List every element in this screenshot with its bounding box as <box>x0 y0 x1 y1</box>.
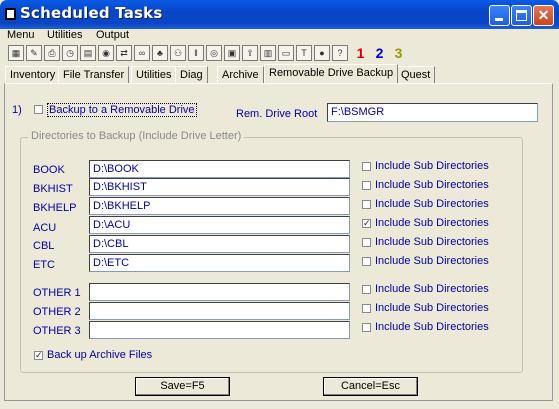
number-three-button[interactable]: 3 <box>390 44 407 62</box>
dir-label-other-2: OTHER 2 <box>33 306 81 318</box>
dir-path-cbl[interactable]: D:\CBL <box>89 235 350 253</box>
subdir-checkbox-acu[interactable]: ✓ <box>362 219 371 228</box>
subdir-checkbox-bkhist[interactable] <box>362 181 371 190</box>
tab-utilities[interactable]: Utilities <box>131 66 177 83</box>
menu-menu[interactable]: Menu <box>7 29 35 41</box>
subdir-label-book: Include Sub Directories <box>375 160 489 172</box>
tree-icon[interactable]: ♣ <box>152 45 168 61</box>
number-one-button[interactable]: 1 <box>352 44 369 62</box>
dir-path-book[interactable]: D:\BOOK <box>89 160 350 178</box>
row-number: 1) <box>12 104 22 116</box>
calendar-icon[interactable]: ▤ <box>80 45 96 61</box>
subdir-checkbox-cbl[interactable] <box>362 238 371 247</box>
dir-path-other-3[interactable] <box>89 321 350 339</box>
menu-bar: Menu Utilities Output <box>0 29 559 43</box>
question-icon[interactable]: ? <box>332 45 348 61</box>
dir-path-acu[interactable]: D:\ACU <box>89 216 350 234</box>
archive-files-checkbox[interactable]: ✓ <box>34 351 43 360</box>
tro-icon[interactable]: T <box>296 45 312 61</box>
tab-removable-drive-backup[interactable]: Removable Drive Backup <box>264 64 399 83</box>
lock-icon[interactable]: ▣ <box>224 45 240 61</box>
directories-legend: Directories to Backup (Include Drive Let… <box>28 130 245 142</box>
dir-path-bkhelp[interactable]: D:\BKHELP <box>89 197 350 215</box>
subdir-checkbox-other-3[interactable] <box>362 323 371 332</box>
drive-root-input[interactable]: F:\BSMGR <box>327 103 538 122</box>
menu-utilities[interactable]: Utilities <box>47 29 82 41</box>
minimize-button[interactable] <box>489 5 510 26</box>
barcode-icon[interactable]: ‖ <box>188 45 204 61</box>
dir-label-cbl: CBL <box>33 240 55 252</box>
subdir-label-other-1: Include Sub Directories <box>375 283 489 295</box>
subdir-label-acu: Include Sub Directories <box>375 217 489 229</box>
subdir-checkbox-etc[interactable] <box>362 257 371 266</box>
transfer-icon[interactable]: ⇄ <box>116 45 132 61</box>
network-icon[interactable]: ⚇ <box>170 45 186 61</box>
notepad-icon[interactable]: ✎ <box>26 45 42 61</box>
dir-label-bkhist: BKHIST <box>33 183 73 195</box>
printer-icon[interactable]: ⎙ <box>44 45 60 61</box>
tab-file-transfer[interactable]: File Transfer <box>58 66 130 83</box>
dir-label-book: BOOK <box>33 164 65 176</box>
backup-enable-label[interactable]: Backup to a Removable Drive <box>47 103 197 117</box>
minimize-icon <box>495 18 503 21</box>
monitor-icon[interactable]: ▭ <box>278 45 294 61</box>
chart-icon[interactable]: ▥ <box>260 45 276 61</box>
target-icon[interactable]: ◎ <box>206 45 222 61</box>
dir-label-other-1: OTHER 1 <box>33 287 81 299</box>
subdir-label-other-2: Include Sub Directories <box>375 302 489 314</box>
calculator-icon[interactable]: ▦ <box>8 45 24 61</box>
dir-path-other-1[interactable] <box>89 283 350 301</box>
maximize-icon <box>516 10 527 21</box>
subdir-label-etc: Include Sub Directories <box>375 255 489 267</box>
help-circle-icon[interactable]: ● <box>314 45 330 61</box>
maximize-button[interactable] <box>511 5 532 26</box>
app-icon <box>5 8 16 20</box>
dir-label-other-3: OTHER 3 <box>33 325 81 337</box>
subdir-checkbox-other-2[interactable] <box>362 304 371 313</box>
dir-label-etc: ETC <box>33 259 55 271</box>
cancel-button[interactable]: Cancel=Esc <box>323 377 418 396</box>
subdir-label-other-3: Include Sub Directories <box>375 321 489 333</box>
subdir-checkbox-other-1[interactable] <box>362 285 371 294</box>
dir-path-etc[interactable]: D:\ETC <box>89 254 350 272</box>
backup-enable-checkbox[interactable] <box>34 105 43 114</box>
clock-icon[interactable]: ◷ <box>62 45 78 61</box>
close-button[interactable]: ✕ <box>533 5 554 26</box>
dir-path-bkhist[interactable]: D:\BKHIST <box>89 178 350 196</box>
subdir-checkbox-bkhelp[interactable] <box>362 200 371 209</box>
title-bar[interactable]: Scheduled Tasks ✕ <box>0 0 559 29</box>
save-button[interactable]: Save=F5 <box>135 377 230 396</box>
number-two-button[interactable]: 2 <box>371 44 388 62</box>
menu-output[interactable]: Output <box>96 29 129 41</box>
window-title: Scheduled Tasks <box>20 4 163 22</box>
dir-path-other-2[interactable] <box>89 302 350 320</box>
tab-archive[interactable]: Archive <box>217 66 264 83</box>
subdir-label-bkhist: Include Sub Directories <box>375 179 489 191</box>
binoculars-icon[interactable]: ∞ <box>134 45 150 61</box>
export-icon[interactable]: ⇪ <box>242 45 258 61</box>
drive-root-label: Rem. Drive Root <box>236 108 318 120</box>
archive-files-label: Back up Archive Files <box>47 349 153 361</box>
dir-label-bkhelp: BKHELP <box>33 202 77 214</box>
toolbar: ▦ ✎ ⎙ ◷ ▤ ◉ ⇄ ∞ ♣ ⚇ ‖ ◎ ▣ ⇪ ▥ ▭ T ● ? 1 … <box>4 43 555 63</box>
subdir-label-cbl: Include Sub Directories <box>375 236 489 248</box>
tab-inventory[interactable]: Inventory <box>5 66 61 83</box>
dial-icon[interactable]: ◉ <box>98 45 114 61</box>
tab-diag[interactable]: Diag <box>175 66 208 83</box>
subdir-label-bkhelp: Include Sub Directories <box>375 198 489 210</box>
tab-quest[interactable]: Quest <box>396 66 436 83</box>
tab-strip: Inventory File Transfer Utilities Diag A… <box>5 64 555 83</box>
close-icon: ✕ <box>537 7 550 23</box>
subdir-checkbox-book[interactable] <box>362 162 371 171</box>
dir-label-acu: ACU <box>33 222 57 234</box>
